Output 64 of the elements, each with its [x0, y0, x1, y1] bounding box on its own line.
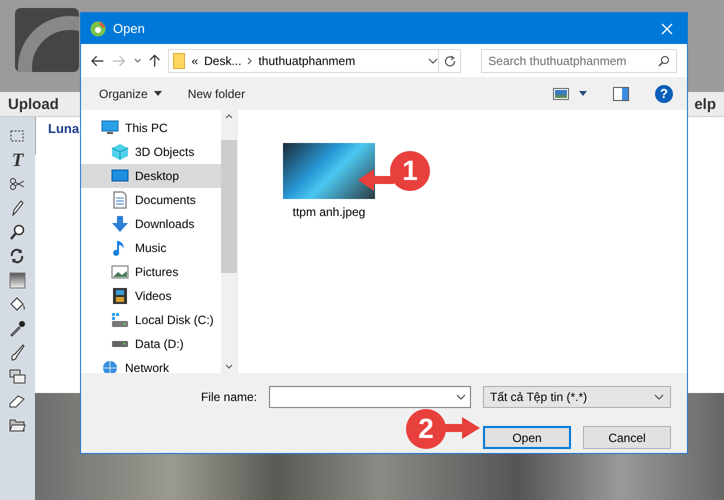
search-icon: [658, 54, 670, 66]
caret-icon[interactable]: [579, 91, 587, 96]
chevron-down-icon[interactable]: [134, 58, 142, 64]
app-icon: [90, 20, 106, 36]
file-type-dropdown[interactable]: Tất cả Tệp tin (*.*): [483, 386, 671, 408]
nav-item[interactable]: 3D Objects: [81, 140, 221, 164]
layers-tool-icon[interactable]: [8, 367, 27, 386]
chevron-down-icon[interactable]: [456, 394, 466, 400]
address-bar[interactable]: « Desk... thuthuatphanmem: [168, 48, 440, 72]
nav-item[interactable]: Local Disk (C:): [81, 308, 221, 332]
gradient-tool-icon[interactable]: [8, 271, 27, 290]
file-name-field[interactable]: [269, 386, 471, 408]
chevron-down-icon: [654, 394, 664, 400]
nav-item[interactable]: Pictures: [81, 260, 221, 284]
caption-text: Luna: [48, 121, 80, 136]
organize-menu-button[interactable]: Organize: [91, 82, 170, 104]
preview-pane-icon[interactable]: [613, 86, 629, 100]
videos-icon: [111, 287, 129, 305]
field-label: File name:: [200, 390, 257, 404]
nav-item[interactable]: Documents: [81, 188, 221, 212]
nav-item[interactable]: Downloads: [81, 212, 221, 236]
search-field[interactable]: Search thuthuatphanmem: [481, 48, 678, 72]
menu-item[interactable]: Upload: [8, 96, 59, 112]
nav-item[interactable]: Music: [81, 236, 221, 260]
refresh-icon: [444, 54, 456, 66]
nav-item[interactable]: This PC: [81, 116, 221, 140]
file-item[interactable]: ttpm anh.jpeg: [276, 140, 382, 222]
text-tool-icon[interactable]: T: [12, 151, 24, 170]
downloads-icon: [111, 215, 129, 233]
search-placeholder: Search thuthuatphanmem: [488, 54, 626, 68]
path-segment[interactable]: thuthuatphanmem: [258, 54, 356, 68]
network-icon: [101, 359, 119, 373]
view-options-icon[interactable]: [553, 88, 569, 100]
objects-icon: [111, 143, 129, 161]
up-arrow-icon[interactable]: [149, 54, 160, 68]
nav-item[interactable]: Desktop: [81, 164, 221, 188]
nav-item[interactable]: Data (D:): [81, 332, 221, 356]
folder-icon: [173, 52, 186, 68]
callout-arrow: [442, 416, 480, 440]
help-icon[interactable]: ?: [655, 84, 673, 102]
refresh-button[interactable]: [438, 48, 462, 72]
picker-tool-icon[interactable]: [8, 319, 27, 338]
pc-icon: [101, 119, 119, 137]
overflow-chevron[interactable]: «: [191, 54, 198, 68]
caret-icon: [154, 91, 162, 96]
documents-icon: [111, 191, 129, 209]
nav-item[interactable]: Videos: [81, 284, 221, 308]
dialog-button[interactable]: Open: [483, 426, 571, 449]
chevron-down-icon[interactable]: [428, 58, 438, 64]
drive-icon: [111, 340, 129, 348]
path-segment[interactable]: Desk...: [204, 54, 242, 68]
new-folder-button[interactable]: New folder: [180, 82, 254, 104]
chevron-right-icon: [247, 56, 252, 64]
back-arrow-icon[interactable]: [91, 54, 104, 66]
pictures-icon: [111, 263, 129, 281]
window-title: Open: [113, 21, 145, 36]
close-icon: [661, 22, 673, 34]
zoom-tool-icon[interactable]: [8, 223, 27, 242]
nav-item[interactable]: Network: [81, 356, 221, 373]
disk-icon: [111, 311, 129, 329]
dialog-button[interactable]: Cancel: [583, 426, 671, 449]
logo-icon: [15, 8, 79, 72]
menu-item[interactable]: elp: [694, 96, 716, 112]
callout-arrow: [358, 168, 394, 192]
